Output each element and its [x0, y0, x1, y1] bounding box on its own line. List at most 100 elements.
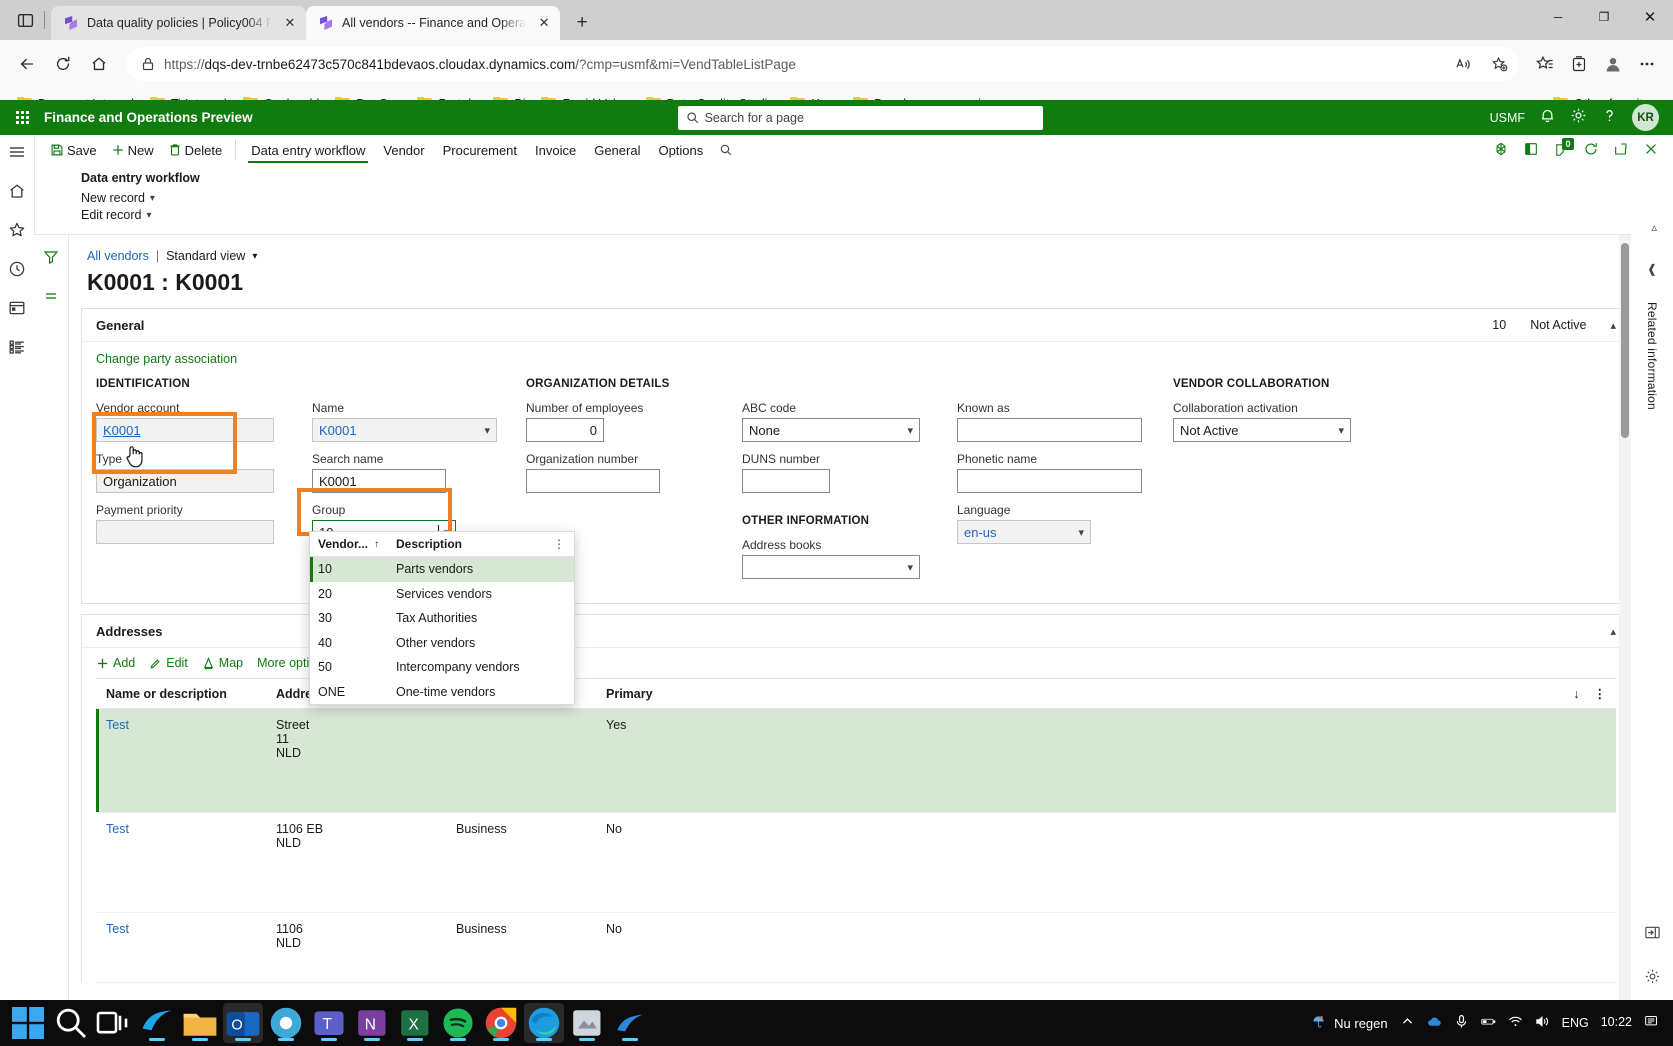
open-in-new-window-icon[interactable] [1613, 141, 1629, 160]
phonetic-name-input[interactable] [957, 469, 1142, 493]
known-as-input[interactable] [957, 418, 1142, 442]
back-button-icon[interactable] [10, 47, 44, 81]
read-aloud-icon[interactable] [1449, 50, 1477, 78]
type-input[interactable]: Organization [96, 469, 274, 493]
abc-code-select[interactable]: None ▾ [742, 418, 920, 442]
payment-priority-input[interactable] [96, 520, 274, 544]
tab-invoice[interactable]: Invoice [526, 139, 585, 161]
lookup-row-40[interactable]: 40 Other vendors [310, 631, 574, 656]
page-scrollbar-thumb[interactable] [1621, 243, 1629, 438]
address-add-button[interactable]: Add [96, 656, 135, 670]
reload-button-icon[interactable] [46, 47, 80, 81]
tab-procurement[interactable]: Procurement [434, 139, 526, 161]
column-header-name[interactable]: Name or description [96, 687, 276, 701]
profile-avatar-icon[interactable] [1597, 48, 1629, 80]
user-avatar[interactable]: KR [1632, 104, 1659, 131]
taskbar-app-teams2-icon[interactable]: T [309, 1003, 349, 1043]
modules-list-icon[interactable] [8, 338, 26, 361]
close-page-icon[interactable] [1643, 141, 1659, 160]
notifications-messages-icon[interactable]: 0 [1553, 138, 1574, 158]
name-input[interactable]: K0001 ▾ [312, 418, 497, 442]
favorites-icon[interactable] [1529, 48, 1561, 80]
browser-tab-1-close-icon[interactable]: ✕ [280, 13, 300, 33]
taskbar-app-blue-icon[interactable] [610, 1003, 650, 1043]
chevron-down-icon[interactable]: ▾ [484, 424, 490, 437]
refresh-icon[interactable] [1583, 141, 1599, 160]
tab-actions-icon[interactable] [8, 3, 42, 37]
lookup-row-one[interactable]: ONE One-time vendors [310, 680, 574, 705]
collapse-right-pane-icon[interactable]: ❰ [1647, 234, 1657, 276]
window-minimize-button[interactable]: ─ [1535, 0, 1581, 34]
chevron-down-icon[interactable]: ▾ [1078, 526, 1084, 539]
lookup-options-icon[interactable]: ⋮ [553, 537, 566, 551]
attachments-icon[interactable] [1493, 141, 1509, 160]
language-select[interactable]: en-us ▾ [957, 520, 1091, 544]
chevron-up-icon[interactable]: ▴ [1610, 625, 1616, 638]
organization-number-input[interactable] [526, 469, 660, 493]
taskbar-app-excel-icon[interactable]: X [395, 1003, 435, 1043]
menu-item-edit-record[interactable]: Edit record ▾ [81, 208, 1673, 222]
battery-icon[interactable] [1480, 1014, 1496, 1032]
workspaces-icon[interactable] [8, 299, 26, 322]
filter-funnel-icon[interactable] [43, 249, 59, 270]
action-search-button[interactable] [712, 139, 740, 161]
chevron-down-icon[interactable]: ▾ [252, 251, 257, 262]
window-close-button[interactable]: ✕ [1627, 0, 1673, 34]
related-information-label[interactable]: Related information [1645, 302, 1659, 410]
general-fasttab-header[interactable]: General 10 Not Active ▴ [82, 309, 1630, 342]
lookup-row-10[interactable]: 10 Parts vendors [310, 557, 574, 582]
tab-options[interactable]: Options [649, 139, 712, 161]
taskbar-app-file-explorer-icon[interactable] [180, 1003, 220, 1043]
address-map-button[interactable]: Map [202, 656, 243, 670]
notification-center-icon[interactable] [1644, 1014, 1659, 1032]
tab-general[interactable]: General [585, 139, 649, 161]
chevron-down-icon[interactable]: ▾ [1338, 424, 1344, 437]
address-books-select[interactable]: ▾ [742, 555, 920, 579]
browser-tab-1[interactable]: Data quality policies | Policy004 P ✕ [51, 6, 306, 40]
search-name-input[interactable]: K0001 [312, 469, 446, 493]
change-party-association-link[interactable]: Change party association [96, 352, 1616, 366]
table-row[interactable]: Test Street 11 NLD Yes [96, 709, 1616, 813]
home-button-icon[interactable] [82, 47, 116, 81]
action-pane-collapse-button[interactable]: ▵ [35, 221, 1673, 234]
browser-tab-2[interactable]: All vendors -- Finance and Opera ✕ [306, 6, 561, 40]
address-edit-button[interactable]: Edit [149, 656, 188, 670]
taskbar-app-misc-icon[interactable] [567, 1003, 607, 1043]
lookup-column-description[interactable]: Description [396, 537, 553, 551]
start-button-icon[interactable] [8, 1003, 48, 1043]
task-view-icon[interactable] [94, 1003, 134, 1043]
recent-clock-icon[interactable] [8, 260, 26, 283]
table-row[interactable]: Test 1106 NLD Business No [96, 913, 1616, 983]
settings-gear-icon[interactable] [1570, 107, 1587, 129]
delete-button[interactable]: Delete [161, 139, 230, 162]
grid-options-icon[interactable]: ⋮ [1594, 686, 1607, 701]
chevron-down-icon[interactable]: ▾ [907, 561, 913, 574]
weather-widget[interactable]: Nu regen [1311, 1014, 1388, 1032]
tray-expand-chevron-icon[interactable] [1400, 1014, 1415, 1032]
browser-settings-more-icon[interactable] [1631, 48, 1663, 80]
lookup-row-50[interactable]: 50 Intercompany vendors [310, 655, 574, 680]
number-of-employees-input[interactable]: 0 [526, 418, 604, 442]
volume-icon[interactable] [1535, 1014, 1550, 1032]
lookup-row-20[interactable]: 20 Services vendors [310, 582, 574, 607]
language-indicator[interactable]: ENG [1562, 1016, 1589, 1030]
add-favorite-icon[interactable] [1485, 50, 1513, 78]
tab-vendor[interactable]: Vendor [374, 139, 433, 161]
taskbar-app-edge-icon[interactable] [524, 1003, 564, 1043]
collections-icon[interactable] [1563, 48, 1595, 80]
hamburger-menu-icon[interactable] [8, 143, 26, 166]
taskbar-app-onenote-icon[interactable]: N [352, 1003, 392, 1043]
address-bar[interactable]: https://dqs-dev-trnbe62473c570c841bdevao… [126, 47, 1519, 81]
microphone-icon[interactable] [1454, 1014, 1469, 1032]
menu-item-new-record[interactable]: New record ▾ [81, 191, 1673, 205]
favorites-star-icon[interactable] [8, 221, 26, 244]
taskbar-app-chrome-alt-icon[interactable] [266, 1003, 306, 1043]
expand-panel-icon[interactable] [1644, 924, 1661, 946]
collaboration-activation-select[interactable]: Not Active ▾ [1173, 418, 1351, 442]
taskbar-app-chrome-icon[interactable] [481, 1003, 521, 1043]
panel-toggle-icon[interactable] [1523, 141, 1539, 160]
window-maximize-button[interactable]: ❐ [1581, 0, 1627, 34]
taskbar-app-outlook-icon[interactable]: O [223, 1003, 263, 1043]
chevron-up-icon[interactable]: ▴ [1610, 319, 1616, 332]
wifi-icon[interactable] [1508, 1014, 1523, 1032]
